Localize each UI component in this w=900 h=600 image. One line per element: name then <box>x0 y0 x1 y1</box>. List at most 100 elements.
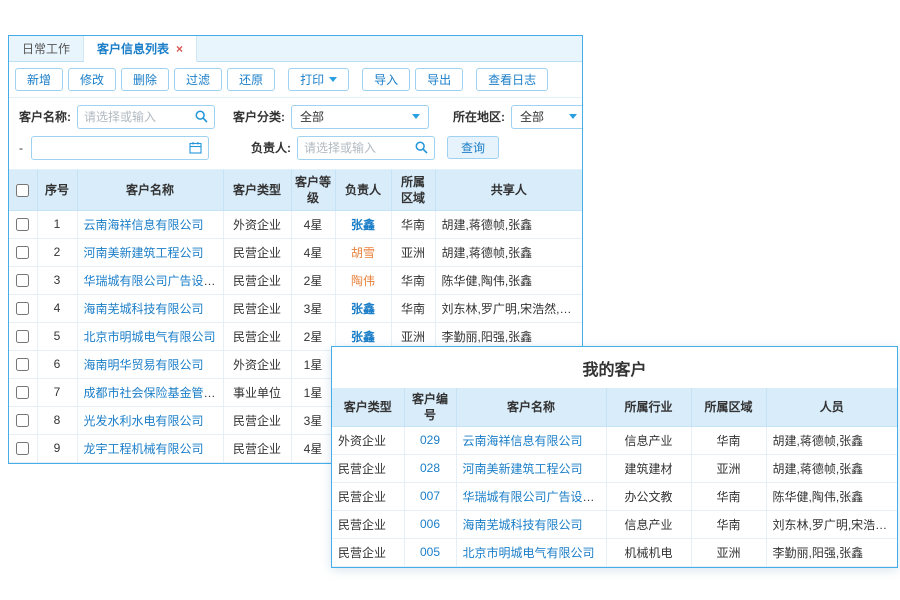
customer-name-link[interactable]: 海南芜城科技有限公司 <box>463 518 583 532</box>
customer-level-cell: 3星 <box>291 294 335 322</box>
customer-level-cell: 1星 <box>291 350 335 378</box>
owner-field[interactable] <box>298 141 409 155</box>
toolbar-action-button[interactable]: 修改 <box>68 68 116 91</box>
table-row[interactable]: 2 河南美新建筑工程公司 民营企业 4星 胡雪 亚洲 胡建,蒋德帧,张鑫 <box>9 238 582 266</box>
row-number: 2 <box>37 238 77 266</box>
owner-link[interactable]: 陶伟 <box>351 274 375 288</box>
customer-type-cell: 事业单位 <box>223 378 291 406</box>
owner-link[interactable]: 胡雪 <box>351 246 375 260</box>
customer-name-link[interactable]: 河南美新建筑工程公司 <box>84 246 204 260</box>
people-cell: 陈华健,陶伟,张鑫 <box>766 482 897 510</box>
col-customer-name: 客户名称 <box>456 388 606 426</box>
owner-link[interactable]: 张鑫 <box>351 302 375 316</box>
table-row[interactable]: 3 华瑞城有限公司广告设计部 民营企业 2星 陶伟 华南 陈华健,陶伟,张鑫 <box>9 266 582 294</box>
print-button[interactable]: 打印 <box>288 68 349 91</box>
row-number: 7 <box>37 378 77 406</box>
customer-name-link[interactable]: 云南海祥信息有限公司 <box>463 434 583 448</box>
tab-customer-list[interactable]: 客户信息列表 × <box>84 36 197 62</box>
search-icon[interactable] <box>189 110 214 123</box>
table-row[interactable]: 民营企业 028 河南美新建筑工程公司 建筑建材 亚洲 胡建,蒋德帧,张鑫 <box>332 454 897 482</box>
date-input[interactable] <box>31 136 209 160</box>
customer-code-link[interactable]: 029 <box>420 433 440 447</box>
customer-type-cell: 民营企业 <box>223 406 291 434</box>
region-label: 所在地区: <box>453 108 505 125</box>
toolbar-action-button[interactable]: 删除 <box>121 68 169 91</box>
row-number: 9 <box>37 434 77 462</box>
toolbar: 新增 修改 删除 过滤 还原 打印 导入 导出 查看日志 <box>9 62 582 98</box>
search-icon[interactable] <box>409 141 434 154</box>
category-select[interactable]: 全部 <box>291 105 429 129</box>
customer-name-link[interactable]: 光发水利水电有限公司 <box>84 414 204 428</box>
row-checkbox[interactable] <box>16 218 29 231</box>
col-no: 序号 <box>37 170 77 210</box>
table-row[interactable]: 外资企业 029 云南海祥信息有限公司 信息产业 华南 胡建,蒋德帧,张鑫 <box>332 426 897 454</box>
tab-label: 客户信息列表 <box>97 40 169 57</box>
owner-link[interactable]: 张鑫 <box>351 218 375 232</box>
customer-name-link[interactable]: 河南美新建筑工程公司 <box>463 462 583 476</box>
row-checkbox[interactable] <box>16 386 29 399</box>
view-log-button[interactable]: 查看日志 <box>476 68 548 91</box>
customer-name-link[interactable]: 龙宇工程机械有限公司 <box>84 442 204 456</box>
customer-name-link[interactable]: 华瑞城有限公司广告设计部 <box>463 490 607 504</box>
customer-code-link[interactable]: 028 <box>420 461 440 475</box>
customer-name-link[interactable]: 北京市明城电气有限公司 <box>84 330 216 344</box>
customer-name-link[interactable]: 海南明华贸易有限公司 <box>84 358 204 372</box>
calendar-icon[interactable] <box>183 141 208 154</box>
customer-name-link[interactable]: 华瑞城有限公司广告设计部 <box>84 274 224 288</box>
table-row[interactable]: 民营企业 005 北京市明城电气有限公司 机械机电 亚洲 李勤丽,阳强,张鑫 <box>332 538 897 566</box>
customer-type-cell: 民营企业 <box>223 266 291 294</box>
customer-code-link[interactable]: 006 <box>420 517 440 531</box>
region-select[interactable]: 全部 <box>511 105 582 129</box>
region-cell: 亚洲 <box>691 538 766 566</box>
close-icon[interactable]: × <box>176 43 183 55</box>
row-checkbox[interactable] <box>16 274 29 287</box>
row-checkbox[interactable] <box>16 330 29 343</box>
row-checkbox[interactable] <box>16 414 29 427</box>
toolbar-action-button[interactable]: 新增 <box>15 68 63 91</box>
row-checkbox[interactable] <box>16 358 29 371</box>
table-row[interactable]: 1 云南海祥信息有限公司 外资企业 4星 张鑫 华南 胡建,蒋德帧,张鑫 <box>9 210 582 238</box>
region-cell: 华南 <box>691 426 766 454</box>
toolbar-action-button[interactable]: 过滤 <box>174 68 222 91</box>
customer-name-field[interactable] <box>78 110 189 124</box>
customer-name-input[interactable] <box>77 105 215 129</box>
customer-name-label: 客户名称: <box>19 108 71 125</box>
customer-type-cell: 民营企业 <box>223 322 291 350</box>
table-row[interactable]: 民营企业 006 海南芜城科技有限公司 信息产业 华南 刘东林,罗广明,宋浩然.… <box>332 510 897 538</box>
my-customers-table: 客户类型 客户编 号 客户名称 所属行业 所属区域 人员 外资企业 029 云南… <box>332 388 897 567</box>
owner-label: 负责人: <box>251 139 291 156</box>
table-row[interactable]: 民营企业 007 华瑞城有限公司广告设计部 办公文教 华南 陈华健,陶伟,张鑫 <box>332 482 897 510</box>
row-checkbox[interactable] <box>16 442 29 455</box>
customer-code-link[interactable]: 005 <box>420 545 440 559</box>
print-label: 打印 <box>300 71 324 88</box>
select-all-checkbox[interactable] <box>16 184 29 197</box>
col-region: 所属区域 <box>691 388 766 426</box>
row-number: 1 <box>37 210 77 238</box>
customer-name-link[interactable]: 云南海祥信息有限公司 <box>84 218 204 232</box>
customer-name-link[interactable]: 成都市社会保险基金管理... <box>84 386 224 400</box>
region-cell: 亚洲 <box>691 454 766 482</box>
tab-daily-work[interactable]: 日常工作 <box>9 36 84 61</box>
row-checkbox[interactable] <box>16 302 29 315</box>
date-field[interactable] <box>32 141 183 155</box>
customer-name-link[interactable]: 北京市明城电气有限公司 <box>463 546 595 560</box>
chevron-down-icon <box>569 114 577 119</box>
import-button[interactable]: 导入 <box>362 68 410 91</box>
row-number: 8 <box>37 406 77 434</box>
export-button[interactable]: 导出 <box>415 68 463 91</box>
row-checkbox[interactable] <box>16 246 29 259</box>
owner-input[interactable] <box>297 136 435 160</box>
query-button[interactable]: 查询 <box>447 136 499 159</box>
table-row[interactable]: 4 海南芜城科技有限公司 民营企业 3星 张鑫 华南 刘东林,罗广明,宋浩然,张… <box>9 294 582 322</box>
col-industry: 所属行业 <box>606 388 691 426</box>
category-label: 客户分类: <box>233 108 285 125</box>
region-value: 全部 <box>520 108 544 125</box>
customer-code-link[interactable]: 007 <box>420 489 440 503</box>
customer-name-link[interactable]: 海南芜城科技有限公司 <box>84 302 204 316</box>
owner-link[interactable]: 张鑫 <box>351 330 375 344</box>
col-region: 所属 区域 <box>391 170 435 210</box>
region-cell: 华南 <box>691 510 766 538</box>
customer-type-cell: 民营企业 <box>223 238 291 266</box>
shared-cell: 刘东林,罗广明,宋浩然,张鑫 <box>435 294 582 322</box>
toolbar-action-button[interactable]: 还原 <box>227 68 275 91</box>
